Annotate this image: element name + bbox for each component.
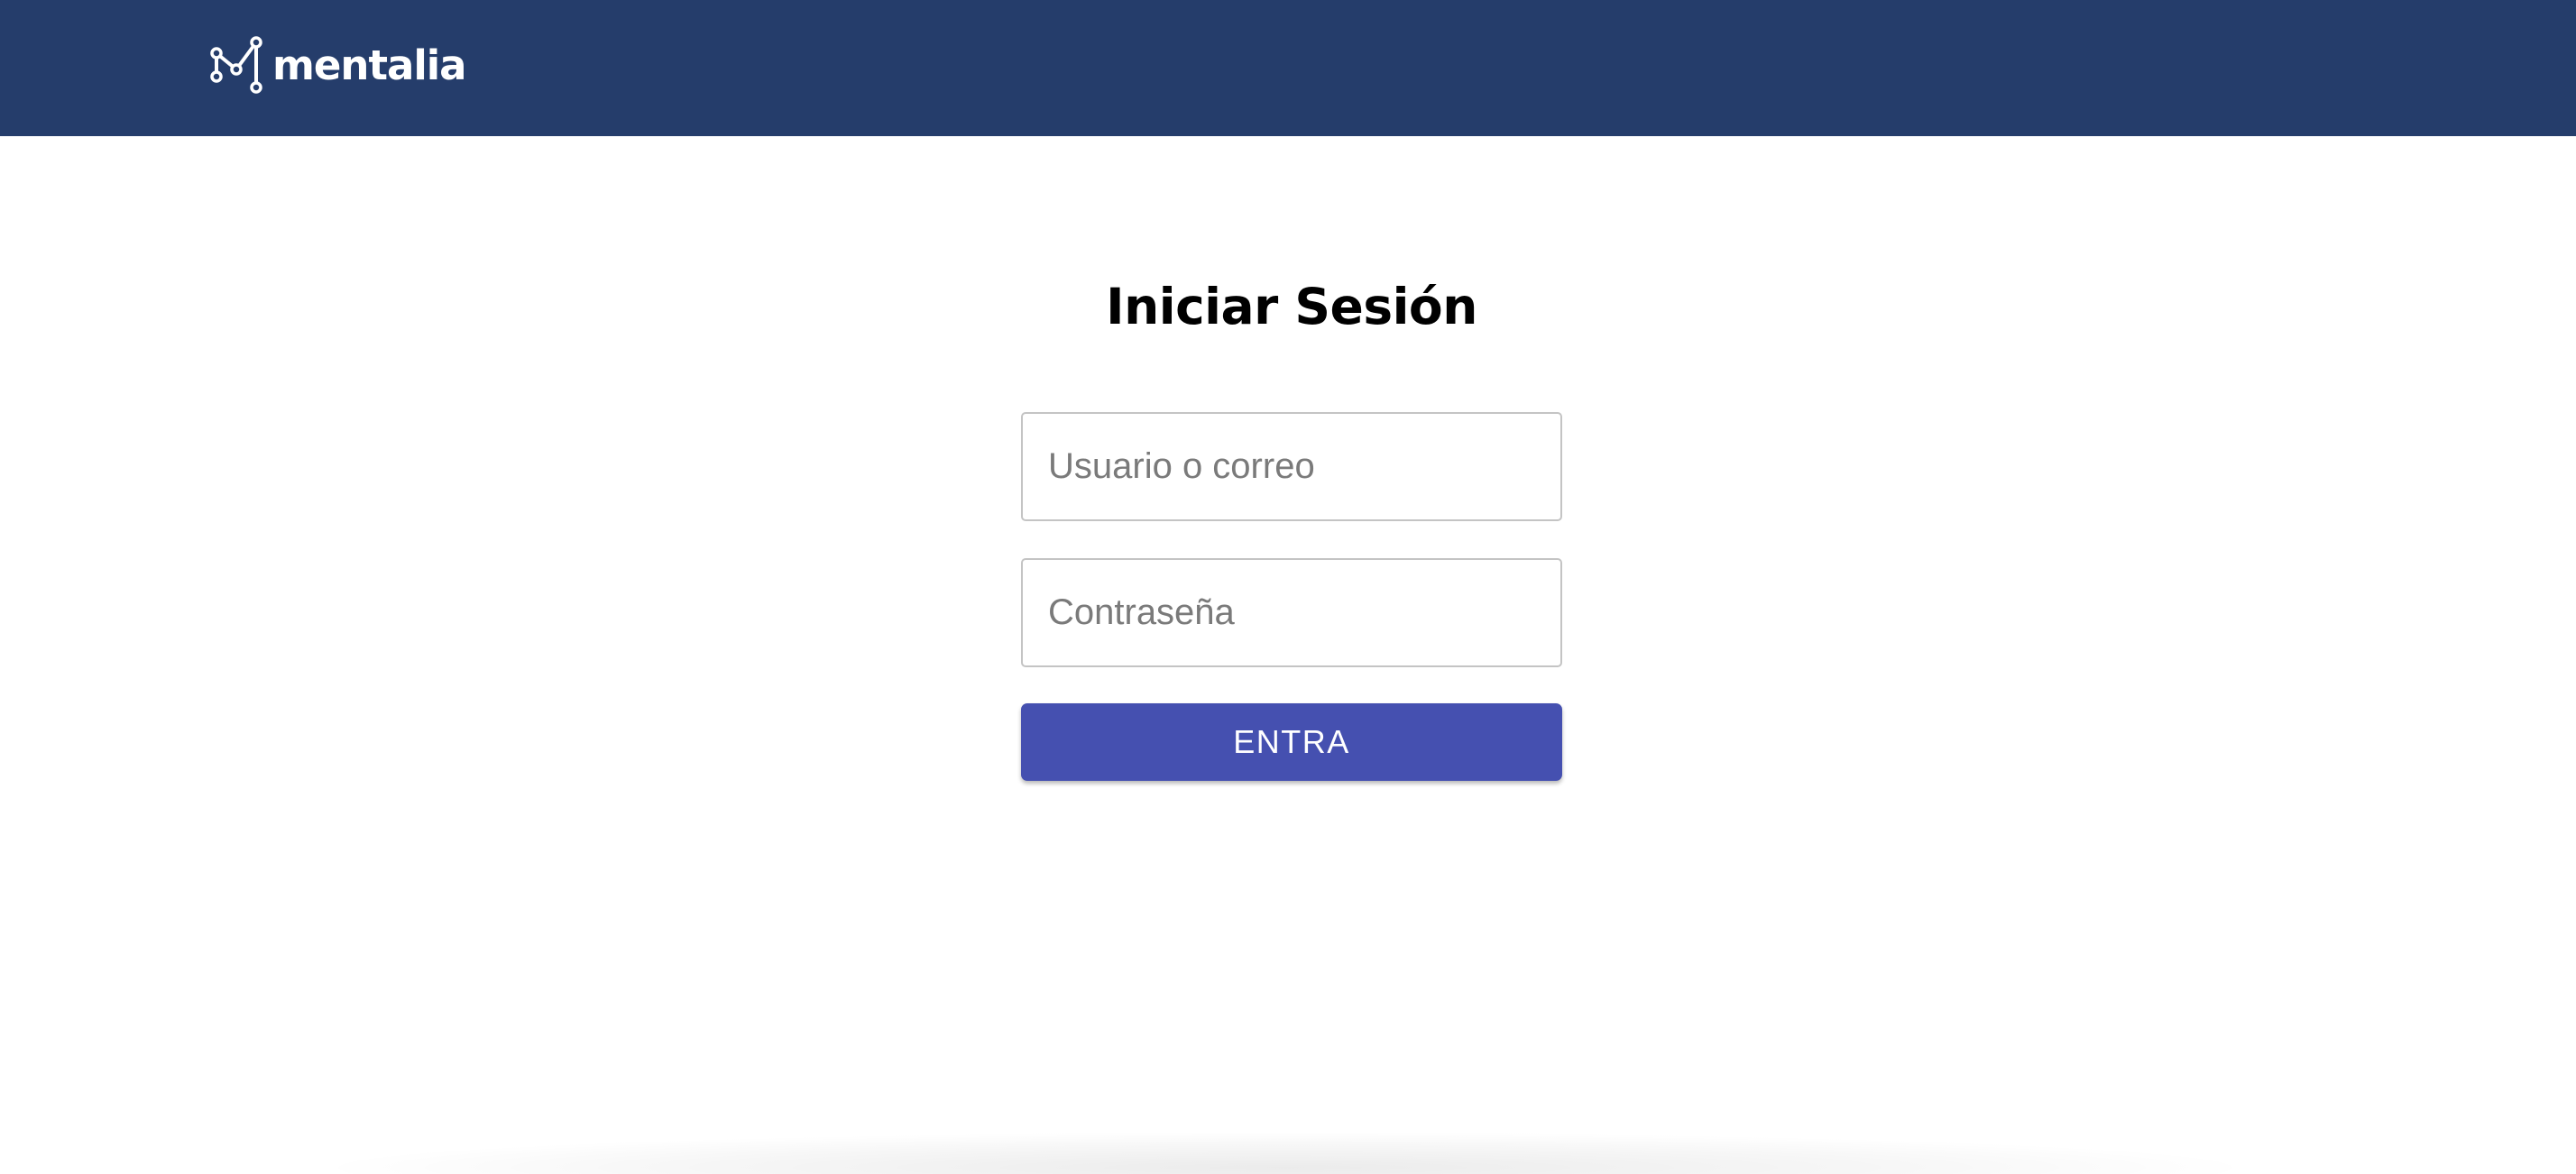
password-input[interactable] bbox=[1021, 558, 1562, 667]
network-m-logo-icon bbox=[210, 36, 262, 94]
bottom-shadow-decoration bbox=[307, 1132, 2264, 1174]
top-navigation-bar: mentalia bbox=[0, 0, 2576, 136]
username-input[interactable] bbox=[1021, 412, 1562, 521]
login-page: mentalia Iniciar Sesión ENTRA bbox=[0, 0, 2576, 1174]
brand-name: mentalia bbox=[272, 41, 467, 89]
page-title: Iniciar Sesión bbox=[1106, 278, 1477, 335]
brand-logo[interactable]: mentalia bbox=[209, 34, 467, 96]
login-submit-button[interactable]: ENTRA bbox=[1021, 703, 1562, 781]
